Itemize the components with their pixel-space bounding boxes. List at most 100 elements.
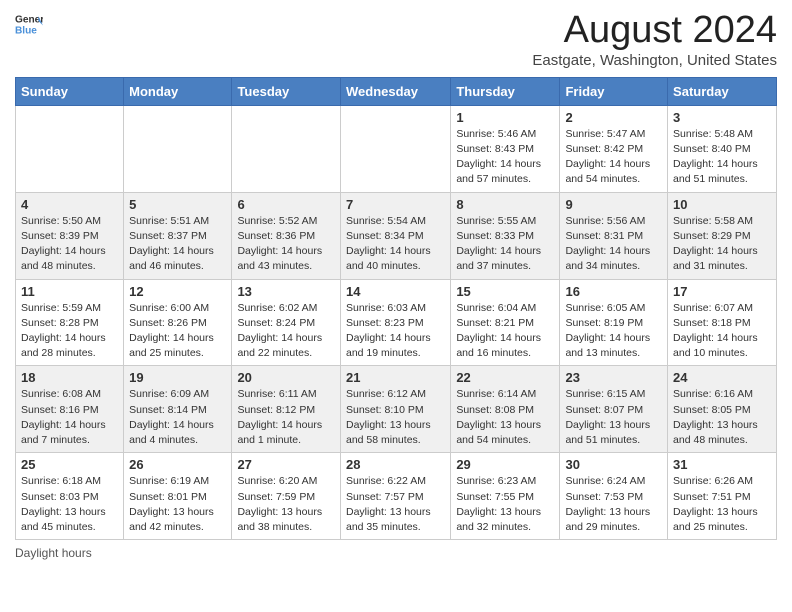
day-number: 7: [346, 197, 445, 212]
day-number: 26: [129, 457, 226, 472]
calendar-week-5: 25 Sunrise: 6:18 AM Sunset: 8:03 PM Dayli…: [16, 453, 777, 540]
day-info: Sunrise: 5:55 AM Sunset: 8:33 PM Dayligh…: [456, 214, 554, 275]
day-number: 15: [456, 284, 554, 299]
calendar: SundayMondayTuesdayWednesdayThursdayFrid…: [15, 77, 777, 540]
day-info: Sunrise: 6:07 AM Sunset: 8:18 PM Dayligh…: [673, 301, 771, 362]
calendar-day: 9 Sunrise: 5:56 AM Sunset: 8:31 PM Daylig…: [560, 192, 668, 279]
day-number: 18: [21, 370, 118, 385]
title-area: August 2024 Eastgate, Washington, United…: [532, 10, 777, 69]
calendar-header-tuesday: Tuesday: [232, 77, 341, 105]
calendar-day: 8 Sunrise: 5:55 AM Sunset: 8:33 PM Daylig…: [451, 192, 560, 279]
day-info: Sunrise: 6:19 AM Sunset: 8:01 PM Dayligh…: [129, 474, 226, 535]
calendar-day: 4 Sunrise: 5:50 AM Sunset: 8:39 PM Daylig…: [16, 192, 124, 279]
day-info: Sunrise: 6:05 AM Sunset: 8:19 PM Dayligh…: [565, 301, 662, 362]
day-info: Sunrise: 5:51 AM Sunset: 8:37 PM Dayligh…: [129, 214, 226, 275]
day-info: Sunrise: 5:46 AM Sunset: 8:43 PM Dayligh…: [456, 127, 554, 188]
day-number: 30: [565, 457, 662, 472]
day-info: Sunrise: 5:47 AM Sunset: 8:42 PM Dayligh…: [565, 127, 662, 188]
day-info: Sunrise: 5:54 AM Sunset: 8:34 PM Dayligh…: [346, 214, 445, 275]
logo: General Blue: [15, 10, 43, 38]
day-info: Sunrise: 6:15 AM Sunset: 8:07 PM Dayligh…: [565, 387, 662, 448]
day-info: Sunrise: 6:04 AM Sunset: 8:21 PM Dayligh…: [456, 301, 554, 362]
day-number: 21: [346, 370, 445, 385]
calendar-day: 1 Sunrise: 5:46 AM Sunset: 8:43 PM Daylig…: [451, 105, 560, 192]
day-info: Sunrise: 6:02 AM Sunset: 8:24 PM Dayligh…: [237, 301, 335, 362]
calendar-week-3: 11Sunrise: 5:59 AM Sunset: 8:28 PM Dayli…: [16, 279, 777, 366]
calendar-day: 28Sunrise: 6:22 AM Sunset: 7:57 PM Dayli…: [340, 453, 450, 540]
day-number: 24: [673, 370, 771, 385]
logo-icon: General Blue: [15, 10, 43, 38]
day-number: 6: [237, 197, 335, 212]
day-info: Sunrise: 5:58 AM Sunset: 8:29 PM Dayligh…: [673, 214, 771, 275]
calendar-day: 6 Sunrise: 5:52 AM Sunset: 8:36 PM Daylig…: [232, 192, 341, 279]
calendar-day: 25 Sunrise: 6:18 AM Sunset: 8:03 PM Dayli…: [16, 453, 124, 540]
day-info: Sunrise: 6:09 AM Sunset: 8:14 PM Dayligh…: [129, 387, 226, 448]
day-number: 27: [237, 457, 335, 472]
day-number: 29: [456, 457, 554, 472]
day-info: Sunrise: 5:50 AM Sunset: 8:39 PM Dayligh…: [21, 214, 118, 275]
day-number: 3: [673, 110, 771, 125]
calendar-day: 19 Sunrise: 6:09 AM Sunset: 8:14 PM Dayli…: [124, 366, 232, 453]
calendar-day: 20Sunrise: 6:11 AM Sunset: 8:12 PM Dayli…: [232, 366, 341, 453]
day-number: 2: [565, 110, 662, 125]
day-number: 19: [129, 370, 226, 385]
day-info: Sunrise: 6:08 AM Sunset: 8:16 PM Dayligh…: [21, 387, 118, 448]
day-info: Sunrise: 6:23 AM Sunset: 7:55 PM Dayligh…: [456, 474, 554, 535]
calendar-header-saturday: Saturday: [668, 77, 777, 105]
calendar-day: 13Sunrise: 6:02 AM Sunset: 8:24 PM Dayli…: [232, 279, 341, 366]
calendar-day: [232, 105, 341, 192]
calendar-day: [124, 105, 232, 192]
calendar-day: 11Sunrise: 5:59 AM Sunset: 8:28 PM Dayli…: [16, 279, 124, 366]
calendar-week-4: 18 Sunrise: 6:08 AM Sunset: 8:16 PM Dayli…: [16, 366, 777, 453]
calendar-day: [340, 105, 450, 192]
day-info: Sunrise: 6:22 AM Sunset: 7:57 PM Dayligh…: [346, 474, 445, 535]
day-number: 23: [565, 370, 662, 385]
calendar-day: 2 Sunrise: 5:47 AM Sunset: 8:42 PM Daylig…: [560, 105, 668, 192]
calendar-day: [16, 105, 124, 192]
day-info: Sunrise: 6:03 AM Sunset: 8:23 PM Dayligh…: [346, 301, 445, 362]
day-info: Sunrise: 6:14 AM Sunset: 8:08 PM Dayligh…: [456, 387, 554, 448]
calendar-header-friday: Friday: [560, 77, 668, 105]
calendar-day: 14Sunrise: 6:03 AM Sunset: 8:23 PM Dayli…: [340, 279, 450, 366]
day-info: Sunrise: 6:26 AM Sunset: 7:51 PM Dayligh…: [673, 474, 771, 535]
calendar-header-row: SundayMondayTuesdayWednesdayThursdayFrid…: [16, 77, 777, 105]
calendar-week-1: 1 Sunrise: 5:46 AM Sunset: 8:43 PM Daylig…: [16, 105, 777, 192]
header: General Blue August 2024 Eastgate, Washi…: [15, 10, 777, 69]
calendar-day: 26 Sunrise: 6:19 AM Sunset: 8:01 PM Dayli…: [124, 453, 232, 540]
day-info: Sunrise: 6:16 AM Sunset: 8:05 PM Dayligh…: [673, 387, 771, 448]
calendar-day: 22 Sunrise: 6:14 AM Sunset: 8:08 PM Dayli…: [451, 366, 560, 453]
calendar-week-2: 4 Sunrise: 5:50 AM Sunset: 8:39 PM Daylig…: [16, 192, 777, 279]
day-info: Sunrise: 6:24 AM Sunset: 7:53 PM Dayligh…: [565, 474, 662, 535]
calendar-day: 3 Sunrise: 5:48 AM Sunset: 8:40 PM Daylig…: [668, 105, 777, 192]
calendar-day: 23 Sunrise: 6:15 AM Sunset: 8:07 PM Dayli…: [560, 366, 668, 453]
day-info: Sunrise: 6:12 AM Sunset: 8:10 PM Dayligh…: [346, 387, 445, 448]
day-info: Sunrise: 5:48 AM Sunset: 8:40 PM Dayligh…: [673, 127, 771, 188]
day-info: Sunrise: 5:56 AM Sunset: 8:31 PM Dayligh…: [565, 214, 662, 275]
day-number: 22: [456, 370, 554, 385]
day-number: 9: [565, 197, 662, 212]
day-number: 31: [673, 457, 771, 472]
calendar-day: 15 Sunrise: 6:04 AM Sunset: 8:21 PM Dayli…: [451, 279, 560, 366]
day-number: 16: [565, 284, 662, 299]
day-info: Sunrise: 5:52 AM Sunset: 8:36 PM Dayligh…: [237, 214, 335, 275]
calendar-header-thursday: Thursday: [451, 77, 560, 105]
subtitle: Eastgate, Washington, United States: [532, 52, 777, 69]
day-number: 4: [21, 197, 118, 212]
calendar-header-monday: Monday: [124, 77, 232, 105]
calendar-day: 10 Sunrise: 5:58 AM Sunset: 8:29 PM Dayli…: [668, 192, 777, 279]
day-number: 5: [129, 197, 226, 212]
day-info: Sunrise: 6:11 AM Sunset: 8:12 PM Dayligh…: [237, 387, 335, 448]
day-number: 10: [673, 197, 771, 212]
calendar-day: 24 Sunrise: 6:16 AM Sunset: 8:05 PM Dayli…: [668, 366, 777, 453]
calendar-day: 17 Sunrise: 6:07 AM Sunset: 8:18 PM Dayli…: [668, 279, 777, 366]
calendar-header-wednesday: Wednesday: [340, 77, 450, 105]
day-number: 8: [456, 197, 554, 212]
calendar-day: 12Sunrise: 6:00 AM Sunset: 8:26 PM Dayli…: [124, 279, 232, 366]
day-number: 17: [673, 284, 771, 299]
main-title: August 2024: [532, 10, 777, 52]
calendar-day: 31 Sunrise: 6:26 AM Sunset: 7:51 PM Dayli…: [668, 453, 777, 540]
calendar-day: 30 Sunrise: 6:24 AM Sunset: 7:53 PM Dayli…: [560, 453, 668, 540]
day-info: Sunrise: 6:18 AM Sunset: 8:03 PM Dayligh…: [21, 474, 118, 535]
day-number: 1: [456, 110, 554, 125]
day-number: 25: [21, 457, 118, 472]
